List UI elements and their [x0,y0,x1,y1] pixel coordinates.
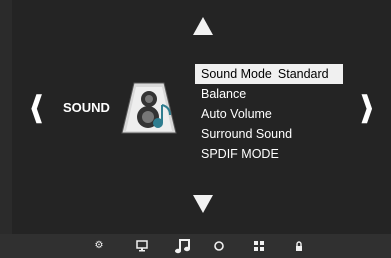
bottom-menu-bar: ⚙ [0,234,391,258]
menu-item-label: Auto Volume [201,107,272,121]
next-section-icon[interactable]: ❱ [359,93,375,121]
menu-item-label: Surround Sound [201,127,293,141]
menu-item-surround-sound[interactable]: Surround Sound [195,124,343,144]
scroll-up-icon[interactable] [193,17,213,35]
sound-menu: Sound Mode Standard Balance Auto Volume S… [195,64,343,164]
scroll-down-icon[interactable] [193,195,213,213]
monitor-icon[interactable] [136,240,148,252]
menu-item-label: Balance [201,87,247,101]
speaker-note-icon [121,82,177,134]
grid-icon[interactable] [254,241,264,251]
gear-icon[interactable]: ⚙ [92,234,106,258]
menu-item-auto-volume[interactable]: Auto Volume [195,104,343,124]
menu-item-balance[interactable]: Balance [195,84,343,104]
clock-icon[interactable] [214,241,224,251]
music-note-icon[interactable] [174,237,192,255]
menu-item-spdif-mode[interactable]: SPDIF MODE [195,144,343,164]
lock-icon[interactable] [294,240,304,252]
previous-section-icon[interactable]: ❰ [29,93,45,121]
menu-item-label: SPDIF MODE [201,147,279,161]
menu-item-sound-mode[interactable]: Sound Mode Standard [195,64,343,84]
tv-osd-screen: ❰ ❱ SOUND Sound Mode Standard Balance Aut… [0,0,391,258]
menu-item-label: Sound Mode [201,67,272,81]
section-title: SOUND [63,100,110,115]
menu-item-value: Standard [277,67,329,81]
